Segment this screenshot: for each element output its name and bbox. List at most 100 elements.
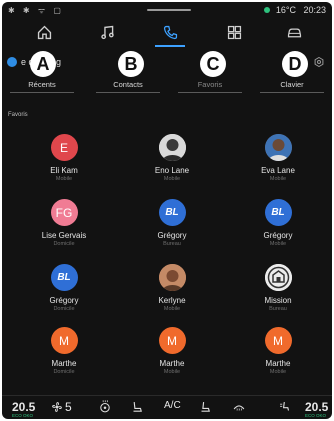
section-label: Favoris <box>8 112 28 118</box>
person-photo-icon <box>158 134 186 161</box>
tab-contacts-label: Contacts <box>113 80 143 89</box>
avatar: M <box>158 327 186 354</box>
contact-type: Mobile <box>163 306 181 312</box>
contact-type: Bureau <box>163 241 181 247</box>
contact-card[interactable]: BL Grégory Domicile <box>24 264 104 312</box>
nav-apps[interactable] <box>214 21 254 43</box>
climate-bar: 20.5 ECO OKO 5 A/C 20.5 ECO OKO <box>2 395 332 419</box>
contact-type: Mobile <box>269 176 287 182</box>
avatar <box>158 134 186 161</box>
contact-type: Domicile <box>53 369 75 375</box>
avatar-initials: M <box>273 333 283 348</box>
nav-phone[interactable] <box>150 21 190 47</box>
callout-b: B <box>118 51 144 77</box>
avatar: FG <box>50 199 78 226</box>
airflow-seat-icon[interactable] <box>278 400 292 414</box>
contact-type: Mobile <box>163 369 181 375</box>
contact-name: Kerlyne <box>158 296 186 305</box>
fan-icon[interactable] <box>50 400 64 414</box>
avatar-initials: BL <box>165 207 179 218</box>
contact-card[interactable]: M Marthe Mobile <box>238 327 318 375</box>
contact-name: Grégory <box>49 296 79 305</box>
contact-type: Domicile <box>53 306 75 312</box>
temperature-readout: 16°C <box>275 5 296 15</box>
phone-screen: ✱ ✱ ᯤ ▢ 16°C 20:23 e de Greg A <box>2 2 332 419</box>
left-temperature[interactable]: 20.5 <box>12 400 35 414</box>
tab-clavier-label: Clavier <box>280 80 304 89</box>
home-icon <box>37 25 51 39</box>
contact-type: Domicile <box>53 241 75 247</box>
contact-name: Mission <box>264 296 292 305</box>
contact-card[interactable]: FG Lise Gervais Domicile <box>24 199 104 247</box>
clock: 20:23 <box>303 5 326 15</box>
tab-favoris-label: Favoris <box>197 80 223 89</box>
contact-card[interactable]: BL Grégory Mobile <box>238 199 318 247</box>
contact-type: Mobile <box>269 241 287 247</box>
tab-clavier[interactable]: Clavier <box>256 75 328 95</box>
person-photo-icon <box>158 264 186 291</box>
contact-card[interactable]: Mission Bureau <box>238 264 318 312</box>
contact-card[interactable]: Kerlyne Mobile <box>132 264 212 312</box>
avatar: M <box>50 327 78 354</box>
person-photo-icon <box>264 134 292 161</box>
avatar: M <box>264 327 292 354</box>
apps-icon <box>227 25 241 39</box>
avatar-initials: FG <box>55 205 73 220</box>
tab-recents-label: Récents <box>28 80 56 89</box>
top-navigation <box>2 18 332 47</box>
tab-contacts[interactable]: Contacts <box>92 75 164 95</box>
contact-name: Grégory <box>263 231 293 240</box>
tab-divider <box>178 92 242 93</box>
ac-button[interactable]: A/C <box>164 400 181 411</box>
avatar <box>264 264 292 291</box>
building-icon <box>264 264 292 291</box>
avatar: E <box>50 134 78 161</box>
callout-a: A <box>30 51 56 77</box>
fan-level: 5 <box>65 400 72 414</box>
contact-card[interactable]: E Eli Kam Mobile <box>24 134 104 182</box>
bluetooth-phone-icon <box>7 57 17 67</box>
contact-type: Mobile <box>55 176 73 182</box>
music-icon <box>100 25 114 39</box>
status-dot-icon <box>264 7 271 13</box>
defrost-icon[interactable] <box>232 400 246 414</box>
seat-heat-passenger-icon[interactable] <box>198 400 212 414</box>
contact-card[interactable]: Eva Lane Mobile <box>238 134 318 182</box>
tab-favoris[interactable]: Favoris <box>174 75 246 95</box>
steering-wheel-heat-icon[interactable] <box>98 400 112 414</box>
contact-type: Mobile <box>269 369 287 375</box>
contact-card[interactable]: Eno Lane Mobile <box>132 134 212 182</box>
contact-card[interactable]: M Marthe Mobile <box>132 327 212 375</box>
phone-icon <box>163 25 177 39</box>
avatar: BL <box>50 264 78 291</box>
seat-heat-icon[interactable] <box>130 400 144 414</box>
car-icon <box>287 27 301 37</box>
right-temperature[interactable]: 20.5 <box>305 400 328 414</box>
callout-d: D <box>282 51 308 77</box>
nav-car[interactable] <box>274 21 314 43</box>
avatar-initials: E <box>59 140 68 155</box>
status-right: 16°C 20:23 <box>264 5 326 15</box>
avatar <box>158 264 186 291</box>
contact-name: Marthe <box>51 359 77 368</box>
drag-handle[interactable] <box>147 9 191 11</box>
contact-name: Eno Lane <box>154 166 190 175</box>
settings-icon[interactable] <box>314 57 324 67</box>
right-temperature-mode: ECO OKO <box>305 413 327 418</box>
contact-name: Marthe <box>265 359 291 368</box>
tab-divider <box>260 92 324 93</box>
avatar-initials: BL <box>57 272 71 283</box>
contact-name: Lise Gervais <box>41 231 87 240</box>
contact-name: Eli Kam <box>50 166 78 175</box>
avatar: BL <box>264 199 292 226</box>
contact-card[interactable]: BL Grégory Bureau <box>132 199 212 247</box>
nav-home[interactable] <box>24 21 64 43</box>
contact-type: Bureau <box>269 306 287 312</box>
avatar-initials: M <box>167 333 177 348</box>
nav-music[interactable] <box>87 21 127 43</box>
left-temperature-mode: ECO OKO <box>12 413 34 418</box>
avatar <box>264 134 292 161</box>
status-icons: ✱ ✱ ᯤ ▢ <box>8 6 64 15</box>
contact-card[interactable]: M Marthe Domicile <box>24 327 104 375</box>
tab-recents[interactable]: Récents <box>6 75 78 95</box>
